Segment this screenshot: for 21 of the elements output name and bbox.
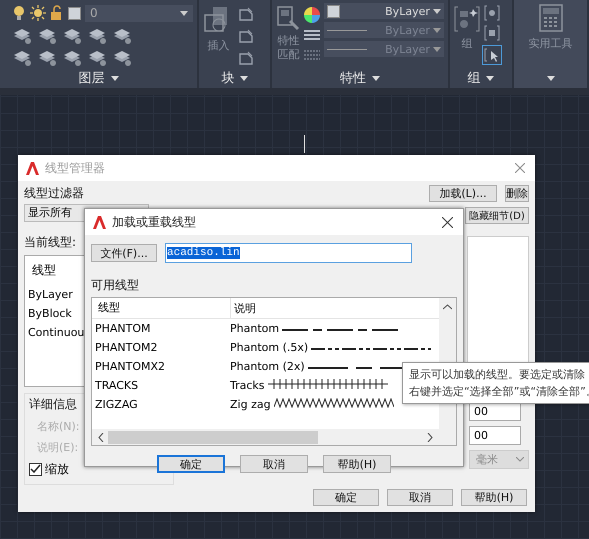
- table-cell-text: PHANTOM2: [94, 341, 159, 354]
- list-label: 可用线型: [91, 277, 140, 294]
- window-title: 加载或重载线型: [112, 214, 196, 230]
- table-cell: Phantom: [230, 322, 280, 335]
- checkbox-label: 缩放: [45, 461, 69, 478]
- table-cell: Phantom (2x): [230, 360, 305, 373]
- group-label: 详细信息: [29, 396, 77, 413]
- tooltip-text: 右键并选定“选择全部”或“清除全部”。: [409, 384, 589, 399]
- table-cell: Zig zag: [230, 398, 271, 411]
- field-label: 说明(E):: [36, 440, 78, 455]
- field-label: 当前线型:: [24, 234, 76, 251]
- window-title: 线型管理器: [45, 160, 105, 176]
- table-cell: Tracks: [230, 379, 265, 392]
- table-cell-text: PHANTOM: [94, 322, 152, 335]
- field-label: 名称(N):: [36, 419, 80, 434]
- table-cell-text: ZIGZAG: [94, 398, 139, 411]
- table-cell-text: TRACKS: [94, 379, 140, 392]
- table-cell: Phantom (.5x): [230, 341, 308, 354]
- tooltip-text: 显示可以加载的线型。要选定或清除: [409, 367, 586, 382]
- table-cell-text: PHANTOMX2: [94, 360, 166, 373]
- group-label: 线型过滤器: [24, 185, 84, 202]
